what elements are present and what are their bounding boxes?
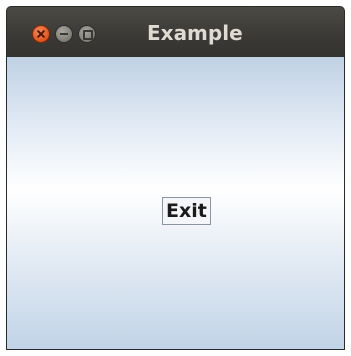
maximize-icon[interactable] (78, 25, 96, 43)
title-bar[interactable]: Example (7, 7, 344, 57)
exit-button[interactable]: Exit (162, 197, 211, 225)
app-window: Example Exit (6, 6, 345, 350)
window-title: Example (147, 21, 243, 45)
window-content: Exit (7, 57, 344, 349)
minimize-icon[interactable] (55, 25, 73, 43)
close-icon[interactable] (32, 25, 50, 43)
